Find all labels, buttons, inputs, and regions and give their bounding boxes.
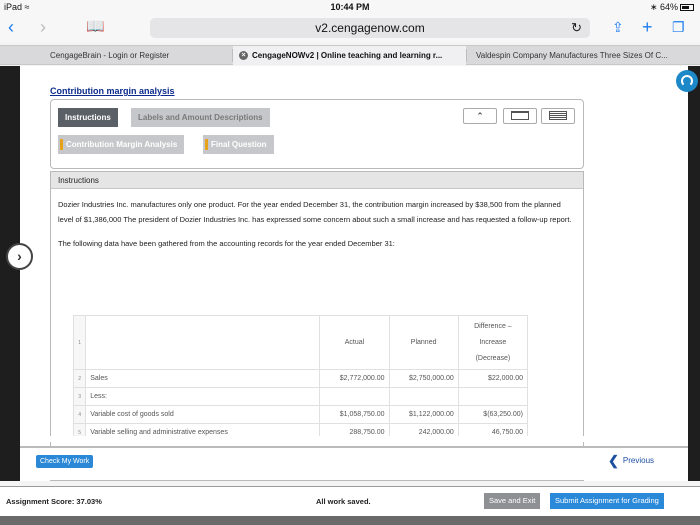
column-header-actual: Actual <box>319 315 390 370</box>
tabs-overview-icon[interactable]: ❐ <box>672 18 685 36</box>
tab-cengagenow[interactable]: × CengageNOWv2 | Online teaching and lear… <box>233 46 466 65</box>
difference-value: $22,000.00 <box>457 369 529 388</box>
status-bar: iPad ≈ 10:44 PM ∗ 64% <box>0 0 700 14</box>
submit-assignment-button[interactable]: Submit Assignment for Grading <box>550 493 664 509</box>
table-row: 3 Less: <box>72 387 529 406</box>
tab-label: Valdespin Company Manufactures Three Siz… <box>476 51 668 60</box>
forward-icon[interactable]: › <box>40 18 46 36</box>
planned-value: $1,122,000.00 <box>388 405 459 424</box>
save-status: All work saved. <box>316 497 371 506</box>
instructions-panel: Instructions Dozier Industries Inc. manu… <box>50 171 584 481</box>
split-pane-button[interactable] <box>541 108 575 124</box>
chevron-right-icon: › <box>17 248 22 264</box>
row-number: 1 <box>72 315 87 370</box>
row-number: 3 <box>72 387 87 406</box>
tab-divider <box>466 49 467 62</box>
column-header-planned: Planned <box>388 315 459 370</box>
battery-icon <box>680 4 694 12</box>
content-fade <box>20 436 688 442</box>
warning-icon <box>60 139 63 151</box>
close-tab-icon[interactable]: × <box>239 51 248 61</box>
reload-icon[interactable]: ↻ <box>571 18 582 38</box>
previous-button[interactable]: ❮ Previous <box>608 453 654 469</box>
actual-value: $1,058,750.00 <box>319 405 390 424</box>
tab-instructions[interactable]: Instructions <box>58 108 118 127</box>
previous-label: Previous <box>622 456 655 466</box>
browser-tabs: CengageBrain - Login or Register × Cengag… <box>0 45 700 65</box>
lines-icon <box>549 111 567 120</box>
tab-final-question[interactable]: Final Question <box>203 135 274 154</box>
header-line: (Decrease) <box>475 354 511 362</box>
tab-cengagebrain[interactable]: CengageBrain - Login or Register <box>44 46 232 65</box>
planned-value <box>388 387 459 406</box>
header-line: Increase <box>479 338 507 346</box>
battery-status: ∗ 64% <box>650 2 694 13</box>
check-my-work-button[interactable]: Check My Work <box>36 455 94 468</box>
planned-value: $2,750,000.00 <box>388 369 459 388</box>
table-header-row: 1 Actual Planned Difference – Increase (… <box>72 315 529 370</box>
status-time: 10:44 PM <box>330 2 370 12</box>
save-and-exit-button[interactable]: Save and Exit <box>484 493 541 509</box>
bookmarks-icon[interactable]: 📖 <box>86 18 105 36</box>
data-table: 1 Actual Planned Difference – Increase (… <box>72 315 529 442</box>
difference-value: $(63,250.00) <box>457 405 529 424</box>
new-tab-icon[interactable]: + <box>642 18 653 36</box>
back-icon[interactable]: ‹ <box>8 18 14 36</box>
chevron-up-icon: ⌃ <box>476 111 484 121</box>
address-bar[interactable]: v2.cengagenow.com ↻ <box>150 18 590 38</box>
row-label: Sales <box>85 369 321 388</box>
tab-contribution-margin-analysis[interactable]: Contribution Margin Analysis <box>58 135 185 154</box>
chevron-left-icon: ❮ <box>608 453 619 468</box>
table-cell <box>85 315 321 370</box>
single-pane-button[interactable] <box>503 108 537 124</box>
right-margin <box>688 66 700 481</box>
expand-sidebar-button[interactable]: › <box>6 243 33 270</box>
instructions-header: Instructions <box>51 172 583 189</box>
actual-value: $2,772,000.00 <box>319 369 390 388</box>
assignment-score: Assignment Score: 37.03% <box>6 497 102 506</box>
share-icon[interactable]: ⇪ <box>612 18 624 36</box>
tab-label: CengageNOWv2 | Online teaching and learn… <box>252 51 443 60</box>
collapse-button[interactable]: ⌃ <box>463 108 497 124</box>
row-number: 2 <box>72 369 87 388</box>
row-number: 4 <box>72 405 87 424</box>
left-margin <box>0 66 20 481</box>
table-row: 4 Variable cost of goods sold $1,058,750… <box>72 405 529 424</box>
actual-value <box>319 387 390 406</box>
activity-footer: Check My Work ❮ Previous <box>20 446 688 480</box>
tab-labels-descriptions[interactable]: Labels and Amount Descriptions <box>131 108 270 127</box>
instructions-paragraph: The following data have been gathered fr… <box>58 239 395 248</box>
assignment-page: Contribution margin analysis Instruction… <box>20 66 688 481</box>
instructions-body: Dozier Industries Inc. manufactures only… <box>51 189 583 251</box>
column-header-difference: Difference – Increase (Decrease) <box>457 315 529 370</box>
row-label: Less: <box>85 387 321 406</box>
browser-toolbar: ‹ › 📖 v2.cengagenow.com ↻ ⇪ + ❐ <box>0 14 700 42</box>
warning-icon <box>205 139 208 151</box>
tab-valdespin[interactable]: Valdespin Company Manufactures Three Siz… <box>470 46 700 65</box>
tab-label: CengageBrain - Login or Register <box>50 51 170 60</box>
page-title[interactable]: Contribution margin analysis <box>50 86 175 96</box>
table-row: 2 Sales $2,772,000.00 $2,750,000.00 $22,… <box>72 369 529 388</box>
header-line: Difference – <box>474 322 512 330</box>
tab-label: Contribution Margin Analysis <box>66 140 178 149</box>
instructions-paragraph: Dozier Industries Inc. manufactures only… <box>58 200 572 224</box>
tab-panel: Instructions Labels and Amount Descripti… <box>50 99 584 169</box>
tab-label: Final Question <box>211 140 267 149</box>
support-icon[interactable] <box>676 70 698 92</box>
window-icon <box>511 111 529 120</box>
row-label: Variable cost of goods sold <box>85 405 321 424</box>
bottom-edge <box>0 516 700 525</box>
assignment-bar: Assignment Score: 37.03% All work saved.… <box>0 486 700 516</box>
url-text: v2.cengagenow.com <box>315 21 425 35</box>
difference-value <box>457 387 529 406</box>
